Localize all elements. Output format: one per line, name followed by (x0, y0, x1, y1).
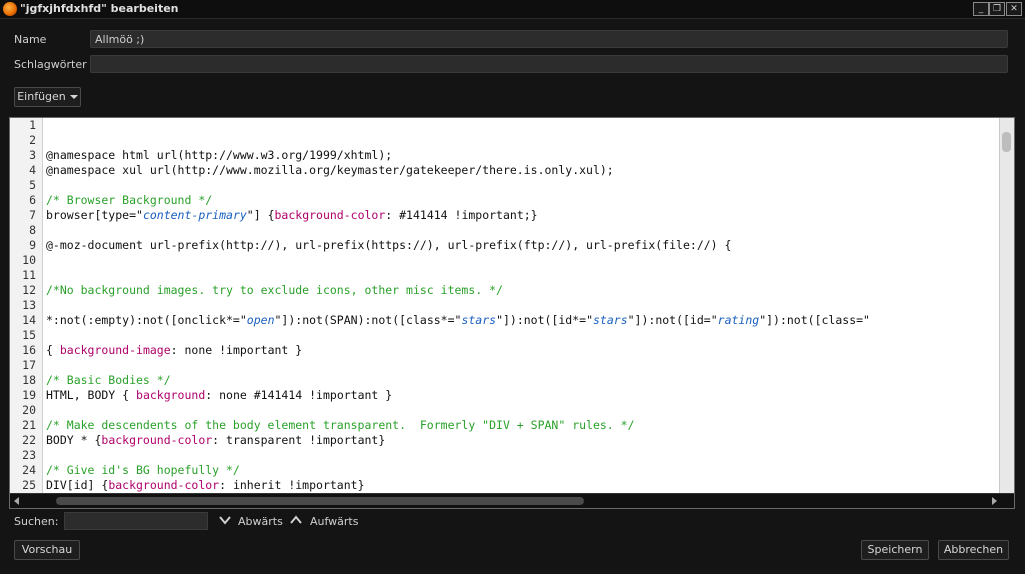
chevron-down-icon (69, 95, 78, 99)
line-text: { background-image: none !important } (46, 343, 303, 357)
line-number: 1 (29, 118, 36, 132)
line-number: 10 (22, 253, 36, 267)
line-text: @namespace xul url(http://www.mozilla.or… (46, 163, 614, 177)
minimize-button[interactable]: _ (973, 2, 989, 16)
restore-button[interactable]: ❐ (989, 2, 1005, 16)
line-text: DIV[id] {background-color: inherit !impo… (46, 478, 365, 492)
line-number: 8 (29, 223, 36, 237)
horizontal-scrollbar[interactable] (10, 493, 1014, 508)
line-number: 15 (22, 328, 36, 342)
line-text: /* Give id's BG hopefully */ (46, 463, 240, 477)
arrow-up-icon[interactable] (290, 515, 302, 525)
line-text: @namespace html url(http://www.w3.org/19… (46, 148, 393, 162)
line-number: 5 (29, 178, 36, 192)
cancel-button[interactable]: Abbrechen (938, 540, 1009, 560)
insert-menu-button[interactable]: Einfügen (14, 87, 81, 107)
scroll-left-icon[interactable] (14, 497, 19, 505)
line-text: HTML, BODY { background: none #141414 !i… (46, 388, 393, 402)
firefox-icon (3, 2, 17, 16)
arrow-down-icon[interactable] (219, 515, 231, 525)
tags-input[interactable] (90, 55, 1008, 73)
title-bar: "jgfxjhfdxhfd" bearbeiten _ ❐ ✕ (0, 0, 1025, 19)
vertical-scrollbar[interactable] (999, 118, 1014, 496)
line-number: 9 (29, 238, 36, 252)
line-number: 23 (22, 448, 36, 462)
line-number: 17 (22, 358, 36, 372)
line-number: 2 (29, 133, 36, 147)
line-number: 7 (29, 208, 36, 222)
line-number: 25 (22, 478, 36, 492)
search-input[interactable] (64, 512, 208, 530)
line-number: 3 (29, 148, 36, 162)
line-text: /*No background images. try to exclude i… (46, 283, 503, 297)
search-up-button[interactable]: Aufwärts (310, 515, 358, 528)
line-text: *:not(:empty):not([onclick*="open"]):not… (46, 313, 870, 327)
close-button[interactable]: ✕ (1006, 2, 1022, 16)
line-number: 18 (22, 373, 36, 387)
scroll-right-icon[interactable] (992, 497, 997, 505)
vertical-scroll-thumb[interactable] (1002, 132, 1011, 152)
line-number: 20 (22, 403, 36, 417)
line-text: /* Make descendents of the body element … (46, 418, 635, 432)
line-number: 12 (22, 283, 36, 297)
line-number: 19 (22, 388, 36, 402)
line-number: 4 (29, 163, 36, 177)
line-text: /* Browser Background */ (46, 193, 213, 207)
line-number: 11 (22, 268, 36, 282)
line-number: 21 (22, 418, 36, 432)
preview-button[interactable]: Vorschau (14, 540, 80, 560)
name-input[interactable]: Allmöö ;) (90, 30, 1008, 48)
line-number: 22 (22, 433, 36, 447)
search-label: Suchen: (14, 515, 59, 528)
search-down-button[interactable]: Abwärts (238, 515, 283, 528)
line-number: 13 (22, 298, 36, 312)
save-button[interactable]: Speichern (861, 540, 929, 560)
line-number: 6 (29, 193, 36, 207)
horizontal-scroll-thumb[interactable] (56, 497, 584, 505)
window-title: "jgfxjhfdxhfd" bearbeiten (20, 2, 179, 15)
line-text: /* Basic Bodies */ (46, 373, 171, 387)
line-text: BODY * {background-color: transparent !i… (46, 433, 386, 447)
line-number: 24 (22, 463, 36, 477)
code-editor[interactable]: 1 2 3 @namespace html url(http://www.w3.org… (9, 117, 1015, 509)
line-text: @-moz-document url-prefix(http://), url-… (46, 238, 732, 252)
line-number: 16 (22, 343, 36, 357)
tags-label: Schlagwörter (14, 58, 87, 71)
code-area[interactable]: 1 2 3 @namespace html url(http://www.w3.org… (10, 118, 1000, 496)
insert-button-label: Einfügen (17, 90, 66, 103)
line-number: 14 (22, 313, 36, 327)
name-label: Name (14, 33, 47, 46)
line-text: browser[type="content-primary"] {backgro… (46, 208, 538, 222)
